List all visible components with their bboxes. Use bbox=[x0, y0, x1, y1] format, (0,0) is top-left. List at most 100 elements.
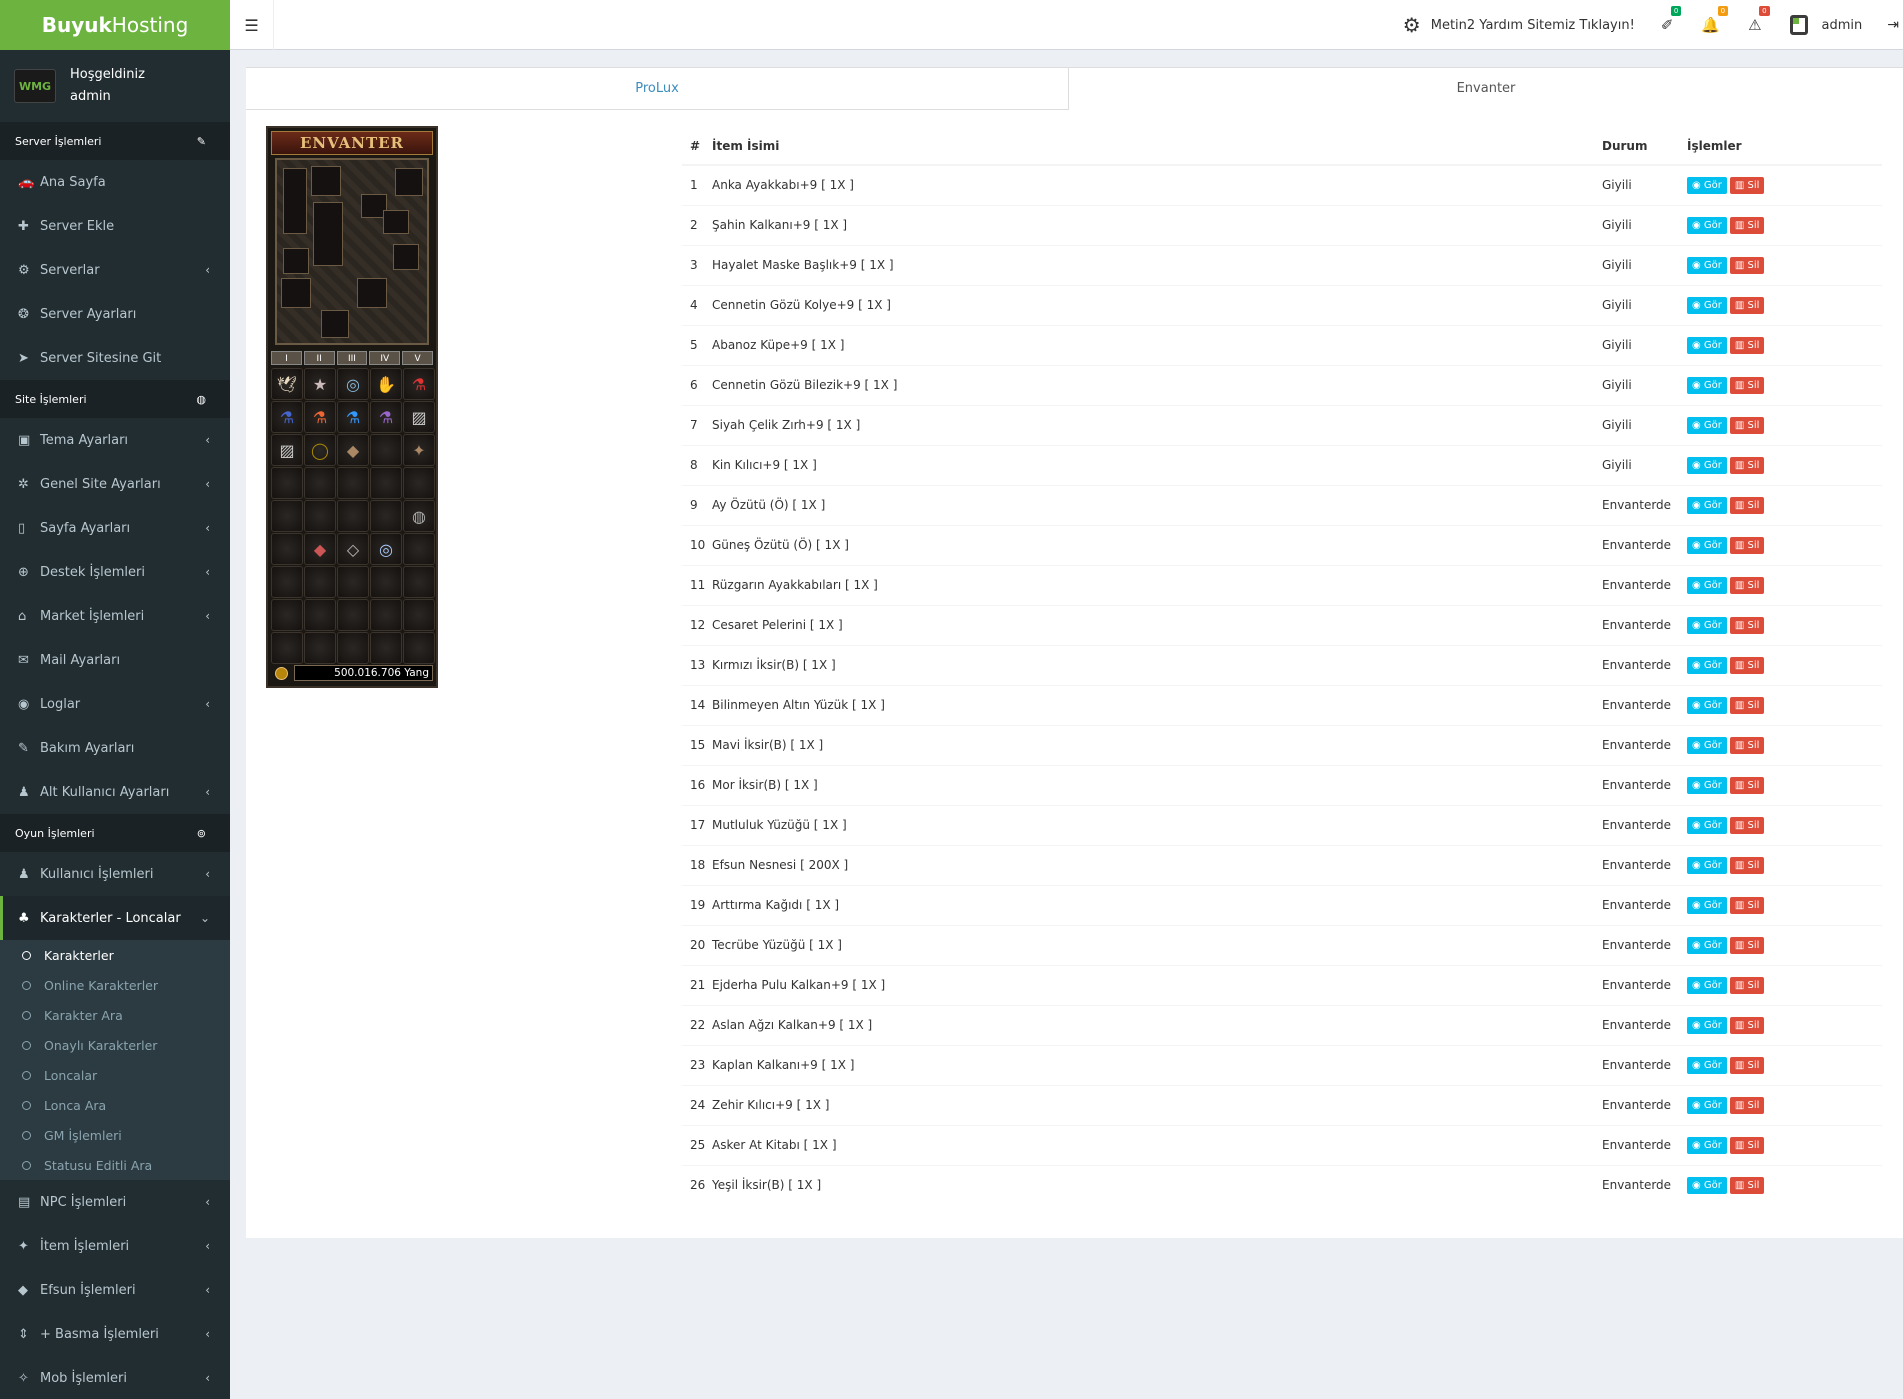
delete-button[interactable]: ▥ Sil bbox=[1729, 1056, 1765, 1074]
view-button[interactable]: ◉ Gör bbox=[1687, 456, 1727, 474]
view-button[interactable]: ◉ Gör bbox=[1687, 1176, 1727, 1194]
sidebar-item-serverlar[interactable]: ⚙ Serverlar ‹ bbox=[0, 248, 230, 292]
inventory-slot[interactable] bbox=[337, 566, 369, 598]
bracelet-slot[interactable] bbox=[283, 248, 309, 274]
inventory-slot[interactable] bbox=[337, 500, 369, 532]
sidebar-item-kullan-c-i-lemleri[interactable]: ♟ Kullanıcı İşlemleri ‹ bbox=[0, 852, 230, 896]
view-button[interactable]: ◉ Gör bbox=[1687, 216, 1727, 234]
sidebar-item-tema-ayarlar-[interactable]: ▣ Tema Ayarları ‹ bbox=[0, 418, 230, 462]
sidebar-item-mob-i-lemleri[interactable]: ✧ Mob İşlemleri ‹ bbox=[0, 1356, 230, 1399]
armor-slot[interactable] bbox=[313, 202, 343, 266]
view-button[interactable]: ◉ Gör bbox=[1687, 776, 1727, 794]
inventory-slot[interactable]: ✦ bbox=[403, 434, 435, 466]
view-button[interactable]: ◉ Gör bbox=[1687, 256, 1727, 274]
inventory-page-tab[interactable]: IV bbox=[369, 351, 401, 365]
delete-button[interactable]: ▥ Sil bbox=[1729, 1136, 1765, 1154]
delete-button[interactable]: ▥ Sil bbox=[1729, 736, 1765, 754]
inventory-slot[interactable] bbox=[304, 599, 336, 631]
delete-button[interactable]: ▥ Sil bbox=[1729, 936, 1765, 954]
view-button[interactable]: ◉ Gör bbox=[1687, 976, 1727, 994]
tab-prolux[interactable]: ProLux bbox=[246, 68, 1069, 110]
sidebar-item-i-tem-i-lemleri[interactable]: ✦ İtem İşlemleri ‹ bbox=[0, 1224, 230, 1268]
view-button[interactable]: ◉ Gör bbox=[1687, 816, 1727, 834]
weapon-slot[interactable] bbox=[283, 168, 307, 234]
inventory-slot[interactable] bbox=[403, 533, 435, 565]
delete-button[interactable]: ▥ Sil bbox=[1729, 896, 1765, 914]
inventory-slot[interactable] bbox=[271, 500, 303, 532]
view-button[interactable]: ◉ Gör bbox=[1687, 616, 1727, 634]
view-button[interactable]: ◉ Gör bbox=[1687, 296, 1727, 314]
inventory-slot[interactable] bbox=[271, 599, 303, 631]
bell-icon[interactable]: 🔔 0 bbox=[1701, 6, 1729, 34]
inventory-page-tab[interactable]: III bbox=[336, 351, 368, 365]
inventory-slot[interactable] bbox=[370, 599, 402, 631]
submenu-item[interactable]: Karakterler bbox=[0, 940, 230, 970]
inventory-slot[interactable]: ◆ bbox=[304, 533, 336, 565]
delete-button[interactable]: ▥ Sil bbox=[1729, 496, 1765, 514]
inventory-slot[interactable] bbox=[271, 632, 303, 664]
view-button[interactable]: ◉ Gör bbox=[1687, 936, 1727, 954]
inventory-slot[interactable] bbox=[370, 434, 402, 466]
view-button[interactable]: ◉ Gör bbox=[1687, 176, 1727, 194]
sidebar-item-server-ayarlar-[interactable]: ❂ Server Ayarları bbox=[0, 292, 230, 336]
sidebar-item-destek-i-lemleri[interactable]: ⊕ Destek İşlemleri ‹ bbox=[0, 550, 230, 594]
delete-button[interactable]: ▥ Sil bbox=[1729, 536, 1765, 554]
submenu-item[interactable]: Onaylı Karakterler bbox=[0, 1030, 230, 1060]
inventory-slot[interactable]: ◆ bbox=[337, 434, 369, 466]
ticket-icon[interactable]: ✐ 0 bbox=[1661, 6, 1682, 34]
view-button[interactable]: ◉ Gör bbox=[1687, 1136, 1727, 1154]
sidebar-item-efsun-i-lemleri[interactable]: ◆ Efsun İşlemleri ‹ bbox=[0, 1268, 230, 1312]
inventory-slot[interactable] bbox=[337, 632, 369, 664]
view-button[interactable]: ◉ Gör bbox=[1687, 856, 1727, 874]
delete-button[interactable]: ▥ Sil bbox=[1729, 296, 1765, 314]
sidebar-item-alt-kullan-c-ayarlar-[interactable]: ♟ Alt Kullanıcı Ayarları ‹ bbox=[0, 770, 230, 814]
delete-button[interactable]: ▥ Sil bbox=[1729, 856, 1765, 874]
view-button[interactable]: ◉ Gör bbox=[1687, 896, 1727, 914]
sidebar-item-genel-site-ayarlar-[interactable]: ✲ Genel Site Ayarları ‹ bbox=[0, 462, 230, 506]
earring-slot[interactable] bbox=[383, 210, 409, 234]
sidebar-item-mail-ayarlar-[interactable]: ✉ Mail Ayarları bbox=[0, 638, 230, 682]
inventory-slot[interactable] bbox=[271, 566, 303, 598]
submenu-item[interactable]: Lonca Ara bbox=[0, 1090, 230, 1120]
submenu-item[interactable]: Online Karakterler bbox=[0, 970, 230, 1000]
sidebar-item-market-i-lemleri[interactable]: ⌂ Market İşlemleri ‹ bbox=[0, 594, 230, 638]
inventory-slot[interactable] bbox=[304, 632, 336, 664]
inventory-slot[interactable] bbox=[370, 632, 402, 664]
delete-button[interactable]: ▥ Sil bbox=[1729, 1096, 1765, 1114]
sidebar-item-server-sitesine-git[interactable]: ➤ Server Sitesine Git bbox=[0, 336, 230, 380]
ring-slot-1[interactable] bbox=[281, 278, 311, 308]
inventory-slot[interactable] bbox=[403, 599, 435, 631]
admin-name[interactable]: admin bbox=[1822, 18, 1863, 33]
inventory-slot[interactable]: ▨ bbox=[403, 401, 435, 433]
tab-envanter[interactable]: Envanter bbox=[1069, 68, 1903, 110]
view-button[interactable]: ◉ Gör bbox=[1687, 416, 1727, 434]
sidebar-item-npc-i-lemleri[interactable]: ▤ NPC İşlemleri ‹ bbox=[0, 1180, 230, 1224]
inventory-slot[interactable]: 🕊 bbox=[271, 368, 303, 400]
sidebar-item-ana-sayfa[interactable]: 🚗 Ana Sayfa bbox=[0, 160, 230, 204]
sidebar-item-bak-m-ayarlar-[interactable]: ✎ Bakım Ayarları bbox=[0, 726, 230, 770]
inventory-slot[interactable] bbox=[304, 467, 336, 499]
inventory-slot[interactable] bbox=[403, 566, 435, 598]
view-button[interactable]: ◉ Gör bbox=[1687, 1096, 1727, 1114]
inventory-slot[interactable] bbox=[304, 500, 336, 532]
sidebar-item-sayfa-ayarlar-[interactable]: ▯ Sayfa Ayarları ‹ bbox=[0, 506, 230, 550]
delete-button[interactable]: ▥ Sil bbox=[1729, 456, 1765, 474]
view-button[interactable]: ◉ Gör bbox=[1687, 536, 1727, 554]
inventory-slot[interactable]: ⚗ bbox=[370, 401, 402, 433]
sidebar-item-karakterler-loncalar[interactable]: ♣ Karakterler - Loncalar ⌄ bbox=[0, 896, 230, 940]
inventory-slot[interactable] bbox=[337, 599, 369, 631]
inventory-page-tab[interactable]: II bbox=[303, 351, 335, 365]
inventory-slot[interactable] bbox=[304, 566, 336, 598]
admin-avatar[interactable] bbox=[1789, 15, 1808, 35]
delete-button[interactable]: ▥ Sil bbox=[1729, 176, 1765, 194]
sign-out-icon[interactable]: ⇥ bbox=[1887, 17, 1899, 33]
inventory-slot[interactable]: ◯ bbox=[304, 434, 336, 466]
inventory-slot[interactable]: ⚗ bbox=[337, 401, 369, 433]
submenu-item[interactable]: Statusu Editli Ara bbox=[0, 1150, 230, 1180]
delete-button[interactable]: ▥ Sil bbox=[1729, 376, 1765, 394]
view-button[interactable]: ◉ Gör bbox=[1687, 696, 1727, 714]
view-button[interactable]: ◉ Gör bbox=[1687, 576, 1727, 594]
inventory-slot[interactable] bbox=[403, 467, 435, 499]
view-button[interactable]: ◉ Gör bbox=[1687, 656, 1727, 674]
inventory-slot[interactable] bbox=[370, 566, 402, 598]
